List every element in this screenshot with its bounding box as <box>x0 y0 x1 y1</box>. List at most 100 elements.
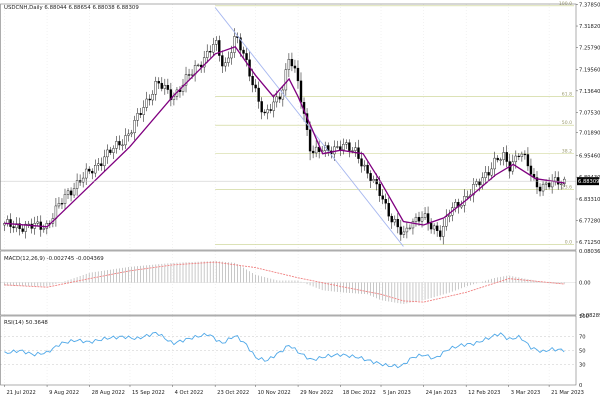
candle-body <box>333 146 336 155</box>
candle-body <box>242 49 245 54</box>
candle-body <box>287 59 291 70</box>
candle-body <box>272 101 275 111</box>
candle-body <box>227 57 230 63</box>
candle-body <box>130 132 133 135</box>
fib-label: 0.0 <box>565 240 572 246</box>
candle-body <box>21 228 24 232</box>
candle-body <box>541 183 545 192</box>
rsi-line <box>4 331 565 369</box>
main-y-tick-label: 7.31820 <box>579 24 600 30</box>
candle-body <box>475 181 478 185</box>
fib-label: 23.6 <box>562 184 572 190</box>
candle-body <box>139 113 142 115</box>
macd-signal-line <box>4 261 565 303</box>
fib-label: 50.0 <box>562 120 572 126</box>
candle-body <box>81 177 85 183</box>
x-tick-label: 29 Nov 2022 <box>300 390 333 396</box>
candle-body <box>529 165 533 175</box>
candle-body <box>196 64 200 67</box>
candle-body <box>233 36 236 53</box>
candles <box>3 28 566 245</box>
candle-body <box>311 150 315 154</box>
main-y-tick-label: 7.25790 <box>579 46 600 52</box>
candle-body <box>278 96 282 100</box>
candle-body <box>166 84 170 90</box>
candle-body <box>420 217 424 222</box>
main-y-tick-label: 7.19560 <box>579 68 600 74</box>
candle-body <box>154 81 157 95</box>
candle-body <box>538 186 542 192</box>
candle-body <box>266 109 269 114</box>
candle-body <box>414 216 418 222</box>
candle-body <box>284 69 288 91</box>
main-y-tick-label: 6.89430 <box>579 175 600 181</box>
candle-body <box>342 144 345 151</box>
candle-body <box>448 214 451 218</box>
rsi-header: RSI(14) 50.3648 <box>4 320 48 326</box>
candle-body <box>438 230 442 237</box>
candle-body <box>514 155 518 163</box>
fibonacci-levels: 100.061.850.038.223.60.0 <box>215 1 574 246</box>
candle-body <box>435 225 439 231</box>
candle-body <box>66 190 70 195</box>
x-tick-label: 9 Aug 2022 <box>49 390 79 396</box>
candle-body <box>408 227 412 229</box>
candle-body <box>502 152 505 160</box>
candle-body <box>254 84 257 89</box>
candle-body <box>145 98 148 108</box>
x-tick-label: 5 Jan 2023 <box>383 390 411 396</box>
x-tick-label: 15 Sep 2022 <box>132 390 165 396</box>
candle-body <box>432 225 436 230</box>
x-tick-label: 21 Jul 2022 <box>6 390 35 396</box>
candle-body <box>553 177 557 182</box>
candle-body <box>206 50 209 58</box>
candle-body <box>387 203 390 217</box>
rsi-y-tick-label: 30 <box>579 362 586 368</box>
candle-body <box>260 101 263 113</box>
moving-average-line <box>4 46 565 228</box>
x-tick-label: 10 Nov 2022 <box>258 390 291 396</box>
candle-body <box>517 155 521 158</box>
candle-body <box>148 98 151 101</box>
candle-body <box>417 216 421 222</box>
candle-body <box>6 219 9 224</box>
candle-body <box>36 221 39 224</box>
candle-body <box>393 219 396 223</box>
macd-panel <box>0 261 576 304</box>
x-tick-label: 12 Feb 2023 <box>468 390 500 396</box>
macd-header: MACD(12,26,9) -0.002745 -0.004369 <box>4 256 104 262</box>
candle-body <box>275 96 278 103</box>
candle-body <box>314 146 318 154</box>
candle-body <box>496 157 499 161</box>
candle-body <box>396 219 400 228</box>
candle-body <box>118 141 121 146</box>
candle-body <box>366 164 369 174</box>
candle-body <box>103 156 106 167</box>
candle-body <box>136 113 139 121</box>
candle-body <box>484 172 487 178</box>
candle-body <box>263 111 266 114</box>
candle-body <box>405 227 409 233</box>
candle-body <box>163 84 167 89</box>
fib-label: 61.8 <box>562 92 572 98</box>
candle-body <box>75 180 79 189</box>
candle-body <box>9 219 12 227</box>
candle-body <box>308 129 312 152</box>
x-tick-label: 21 Mar 2023 <box>551 390 584 396</box>
x-tick-label: 24 Jan 2023 <box>426 390 457 396</box>
candle-body <box>523 153 527 156</box>
candle-body <box>390 215 393 223</box>
candle-body <box>375 179 378 185</box>
main-overlay-lines: 6.88309 <box>0 7 599 247</box>
x-tick-label: 4 Oct 2022 <box>175 390 204 396</box>
candle-body <box>345 142 348 145</box>
candle-body <box>127 133 130 136</box>
candle-body <box>112 148 115 153</box>
x-tick-label: 23 Oct 2022 <box>217 390 249 396</box>
candle-body <box>351 150 354 152</box>
candle-body <box>556 177 560 185</box>
main-y-tick-label: 6.83310 <box>579 197 600 203</box>
candle-body <box>221 55 224 67</box>
candle-body <box>12 226 15 229</box>
candle-body <box>251 76 254 86</box>
